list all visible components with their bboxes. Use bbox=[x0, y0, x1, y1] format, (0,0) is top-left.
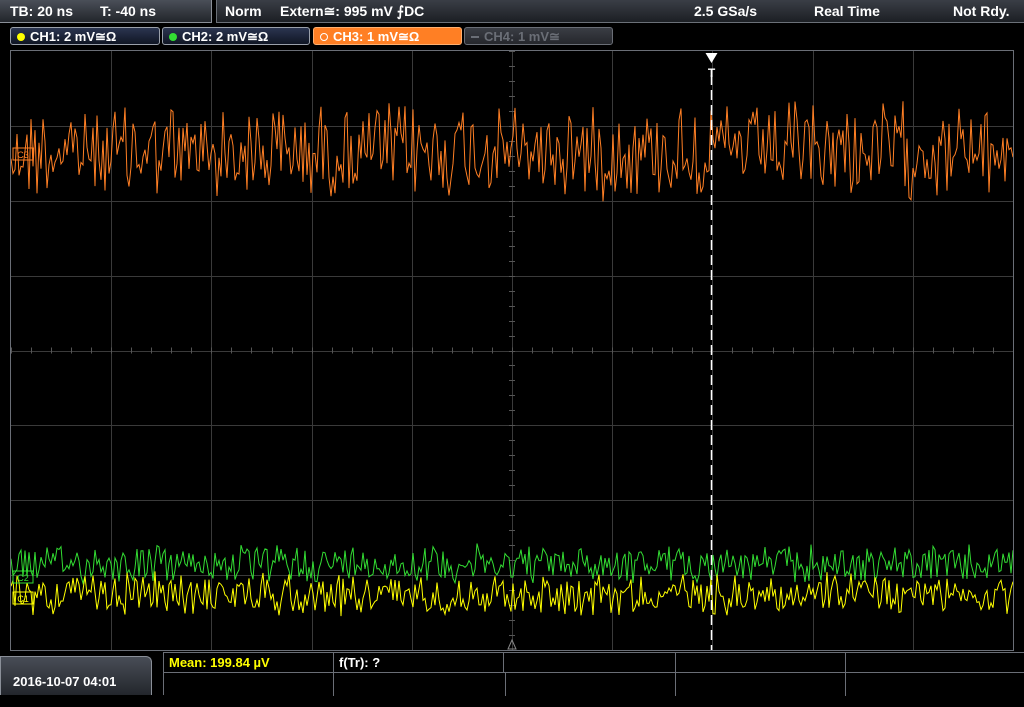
sample-rate-label: 2.5 GSa/s bbox=[694, 3, 758, 19]
measurement-slot-10[interactable] bbox=[846, 673, 1024, 696]
waveform-svg: T C3 C2 C1 bbox=[11, 51, 1013, 650]
ch4-indicator-icon bbox=[471, 36, 479, 38]
acquisition-mode-label: Real Time bbox=[814, 3, 880, 19]
ch1-indicator-icon bbox=[17, 33, 25, 41]
datetime-label: 2016-10-07 04:01 bbox=[13, 674, 117, 689]
datetime-box: 2016-10-07 04:01 bbox=[0, 656, 152, 695]
channel-tab-ch2[interactable]: CH2: 2 mV≅Ω bbox=[162, 27, 310, 45]
trigger-source-label: Extern≅: 995 mV ⨍DC bbox=[280, 3, 425, 19]
measurement-slot-6[interactable] bbox=[164, 673, 334, 696]
timebase-label: TB: 20 ns bbox=[10, 3, 74, 19]
top-status-bar: TB: 20 ns T: -40 ns Norm Extern≅: 995 mV… bbox=[0, 0, 1024, 24]
measurement-slot-5[interactable] bbox=[846, 653, 1024, 672]
ch2-indicator-icon bbox=[169, 33, 177, 41]
trigger-mode-label: Norm bbox=[225, 3, 262, 19]
measurement-slot-4[interactable] bbox=[676, 653, 846, 672]
measurement-slot-8[interactable] bbox=[506, 673, 676, 696]
measurement-panel[interactable]: Mean: 199.84 µV f(Tr): ? bbox=[163, 652, 1024, 696]
waveform-display[interactable]: T C3 C2 C1 bbox=[10, 50, 1014, 651]
trigger-marker-icon bbox=[705, 53, 718, 63]
measurement-slot-9[interactable] bbox=[676, 673, 846, 696]
measurement-slot-3[interactable] bbox=[504, 653, 676, 672]
measurement-slot-7[interactable] bbox=[334, 673, 506, 696]
channel-tab-ch3[interactable]: CH3: 1 mV≅Ω bbox=[313, 27, 462, 45]
run-status-label: Not Rdy. bbox=[953, 3, 1010, 19]
trigger-marker-label: T bbox=[708, 66, 716, 80]
measurement-frequency[interactable]: f(Tr): ? bbox=[334, 653, 504, 672]
measurement-mean[interactable]: Mean: 199.84 µV bbox=[164, 653, 334, 672]
ch4-label: CH4: 1 mV≅ bbox=[484, 29, 560, 44]
ch2-label: CH2: 2 mV≅Ω bbox=[182, 29, 269, 44]
timebase-box[interactable]: TB: 20 ns T: -40 ns bbox=[0, 0, 212, 23]
ch1-ground-marker: C1 bbox=[17, 594, 29, 604]
channel-tab-ch4[interactable]: CH4: 1 mV≅ bbox=[464, 27, 613, 45]
ch3-label: CH3: 1 mV≅Ω bbox=[333, 29, 420, 44]
ch1-label: CH1: 2 mV≅Ω bbox=[30, 29, 117, 44]
channel-tab-ch1[interactable]: CH1: 2 mV≅Ω bbox=[10, 27, 160, 45]
ch3-ground-marker: C3 bbox=[17, 150, 29, 160]
ch3-indicator-icon bbox=[320, 33, 328, 41]
acquisition-status-box[interactable]: Norm Extern≅: 995 mV ⨍DC 2.5 GSa/s Real … bbox=[216, 0, 1024, 23]
ch2-ground-marker: C2 bbox=[17, 573, 29, 583]
trigger-time-label: T: -40 ns bbox=[100, 3, 157, 19]
